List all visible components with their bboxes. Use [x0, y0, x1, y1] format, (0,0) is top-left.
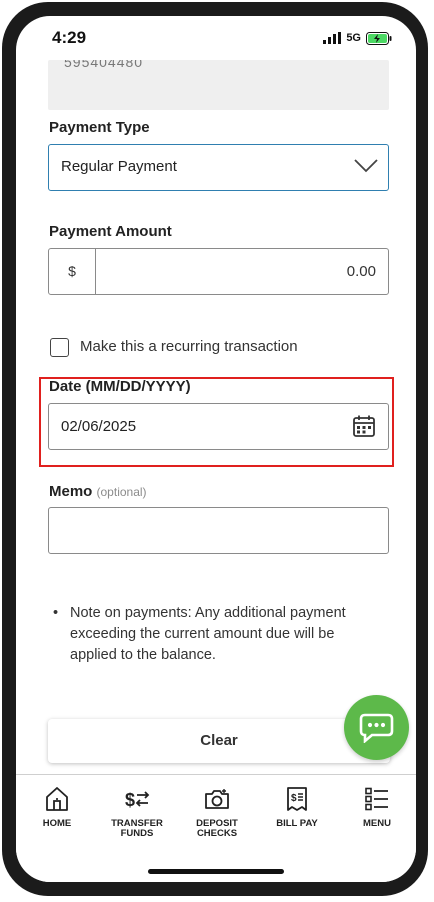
- camera-icon: [205, 789, 229, 809]
- home-indicator: [148, 869, 284, 874]
- currency-symbol: $: [49, 249, 96, 294]
- memo-input[interactable]: [48, 507, 389, 554]
- payment-type-value: Regular Payment: [61, 158, 177, 175]
- account-number-value: 595404480: [64, 60, 144, 70]
- memo-label-text: Memo: [49, 483, 93, 500]
- payment-amount-label: Payment Amount: [49, 223, 172, 240]
- tab-bill-pay[interactable]: $ BILL PAY: [258, 785, 336, 829]
- tab-deposit-label: DEPOSIT CHECKS: [196, 818, 238, 839]
- status-icons: 5G: [323, 30, 392, 46]
- transfer-icon: $: [125, 790, 150, 810]
- payment-note: • Note on payments: Any additional payme…: [53, 603, 383, 666]
- menu-list-icon: [365, 787, 388, 811]
- payment-type-label: Payment Type: [49, 119, 150, 136]
- tab-transfer-label: TRANSFER FUNDS: [111, 818, 163, 839]
- note-text: Note on payments: Any additional payment…: [70, 605, 346, 663]
- status-time: 4:29: [52, 28, 87, 47]
- chat-bubble-icon: [359, 713, 394, 743]
- date-highlight-box: [39, 377, 394, 467]
- signal-icon: [323, 32, 342, 44]
- payment-amount-input[interactable]: $ 0.00: [48, 248, 389, 295]
- bill-icon: $: [287, 787, 307, 811]
- account-number-field: 595404480: [48, 60, 389, 110]
- bottom-tab-bar: HOME $ TRANSFER FUNDS DEPOSIT CHECKS $ B…: [16, 774, 416, 882]
- svg-text:$: $: [291, 793, 297, 804]
- status-bar: 4:29 5G: [16, 16, 416, 60]
- recurring-label[interactable]: Make this a recurring transaction: [80, 338, 298, 355]
- memo-label: Memo (optional): [49, 483, 147, 500]
- tab-deposit-checks[interactable]: DEPOSIT CHECKS: [178, 785, 256, 839]
- tab-home[interactable]: HOME: [18, 785, 96, 829]
- clear-button[interactable]: Clear: [48, 719, 390, 763]
- payment-type-select[interactable]: Regular Payment: [48, 144, 389, 191]
- recurring-checkbox[interactable]: [50, 338, 69, 357]
- network-label: 5G: [346, 32, 361, 44]
- tab-transfer-funds[interactable]: $ TRANSFER FUNDS: [98, 785, 176, 839]
- chat-button[interactable]: [344, 695, 409, 760]
- tab-menu[interactable]: MENU: [338, 785, 416, 829]
- tab-home-label: HOME: [42, 818, 72, 829]
- phone-frame: 4:29 5G 595404480 Payment Type Regular P…: [2, 2, 428, 896]
- svg-text:$: $: [125, 790, 135, 810]
- screen: 4:29 5G 595404480 Payment Type Regular P…: [16, 16, 416, 882]
- memo-optional-hint: (optional): [96, 485, 147, 499]
- payment-amount-value: 0.00: [346, 263, 376, 280]
- tab-menu-label: MENU: [363, 818, 391, 829]
- battery-icon: [366, 31, 392, 45]
- chevron-down-icon: [354, 159, 378, 173]
- tab-bill-pay-label: BILL PAY: [276, 818, 318, 829]
- home-icon: [46, 787, 68, 811]
- note-bullet: •: [53, 605, 59, 621]
